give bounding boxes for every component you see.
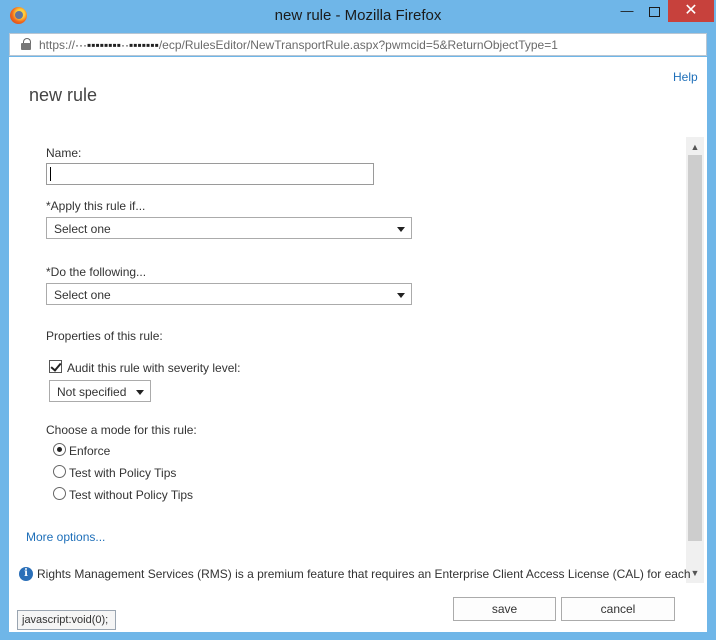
url-redacted: ···▪▪▪▪▪▪▪▪··▪▪▪▪▪▪▪ <box>75 38 159 52</box>
do-following-select[interactable]: Select one <box>46 283 412 305</box>
cancel-button[interactable]: cancel <box>561 597 675 621</box>
page-title: new rule <box>29 85 98 105</box>
audit-label: Audit this rule with severity level: <box>67 361 241 375</box>
audit-checkbox[interactable] <box>49 360 62 373</box>
close-button[interactable]: ✕ <box>668 0 714 22</box>
do-following-label: *Do the following... <box>46 265 147 279</box>
severity-select-value: Not specified <box>57 385 127 399</box>
maximize-icon <box>648 6 660 17</box>
address-bar[interactable]: https://···▪▪▪▪▪▪▪▪··▪▪▪▪▪▪▪/ecp/RulesEd… <box>9 33 707 56</box>
scrollbar-thumb[interactable] <box>688 155 702 541</box>
url-prefix: https:// <box>39 38 76 52</box>
save-button[interactable]: save <box>453 597 556 621</box>
minimize-button[interactable]: — <box>614 0 640 22</box>
maximize-button[interactable] <box>641 0 667 22</box>
check-icon <box>50 360 62 372</box>
properties-label: Properties of this rule: <box>46 329 163 343</box>
do-following-select-value: Select one <box>54 288 111 302</box>
apply-rule-select-value: Select one <box>54 222 111 236</box>
window-title: new rule - Mozilla Firefox <box>274 7 442 24</box>
scrollbar[interactable]: ▲ ▼ <box>686 137 704 583</box>
info-icon: i <box>19 567 33 581</box>
severity-select[interactable]: Not specified <box>49 380 151 402</box>
radio-test-with-tips-label: Test with Policy Tips <box>69 466 177 480</box>
lock-icon <box>21 38 31 50</box>
more-options-link[interactable]: More options... <box>26 530 105 544</box>
mode-label: Choose a mode for this rule: <box>46 423 197 437</box>
radio-enforce[interactable] <box>53 443 66 456</box>
dialog-content: Help new rule Name: *Apply this rule if.… <box>9 57 707 632</box>
window-titlebar: new rule - Mozilla Firefox — ✕ <box>0 0 716 32</box>
name-input[interactable] <box>46 163 374 185</box>
name-label: Name: <box>46 146 82 160</box>
url-path: /ecp/RulesEditor/NewTransportRule.aspx?p… <box>158 38 558 52</box>
radio-enforce-label: Enforce <box>69 444 111 458</box>
rms-info-text: Rights Management Services (RMS) is a pr… <box>37 567 691 581</box>
radio-test-without-tips[interactable] <box>53 487 66 500</box>
apply-rule-label: *Apply this rule if... <box>46 199 146 213</box>
help-link[interactable]: Help <box>673 70 698 84</box>
chevron-down-icon <box>136 390 144 395</box>
url-text: https://···▪▪▪▪▪▪▪▪··▪▪▪▪▪▪▪/ecp/RulesEd… <box>39 38 558 52</box>
radio-test-without-tips-label: Test without Policy Tips <box>69 488 194 502</box>
apply-rule-select[interactable]: Select one <box>46 217 412 239</box>
scroll-up-icon[interactable]: ▲ <box>686 139 704 155</box>
chevron-down-icon <box>397 293 405 298</box>
radio-test-with-tips[interactable] <box>53 465 66 478</box>
status-tooltip: javascript:void(0); <box>17 610 116 630</box>
chevron-down-icon <box>397 227 405 232</box>
